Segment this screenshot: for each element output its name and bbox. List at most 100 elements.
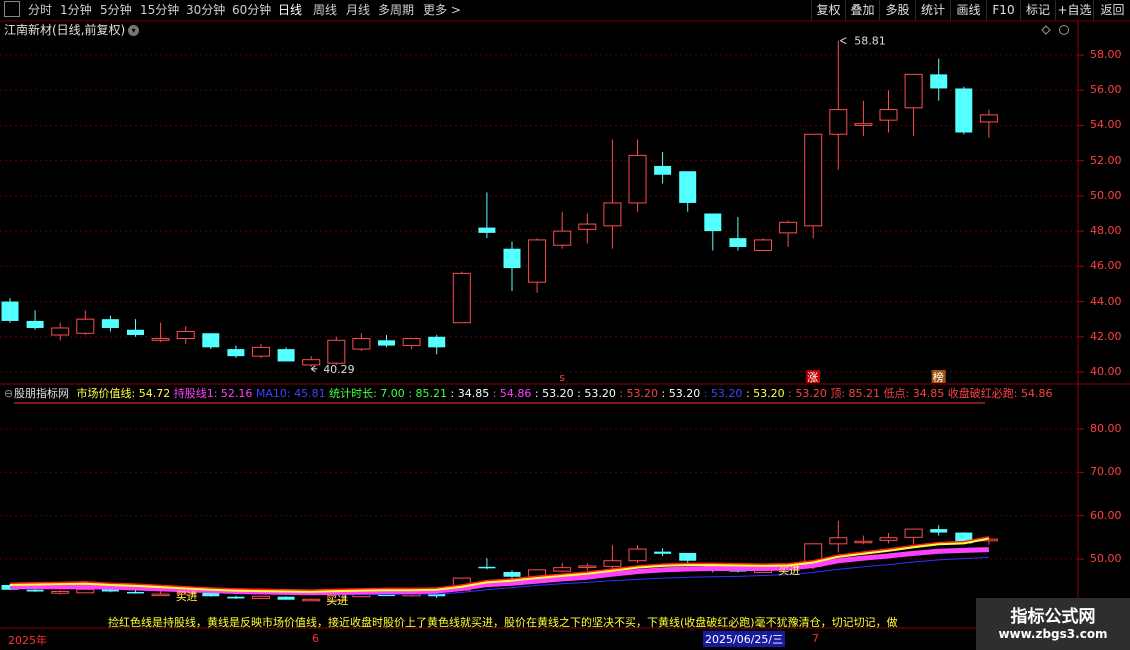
- price-candle: [754, 239, 772, 251]
- price-candle: [277, 349, 295, 362]
- price-candle: [578, 223, 597, 230]
- price-candle: [904, 73, 923, 109]
- price-candle: [26, 320, 44, 328]
- price-candle: [603, 202, 622, 227]
- indicator-candle: [879, 537, 898, 541]
- low-arrow-icon: [310, 365, 318, 373]
- price-candle: [428, 336, 446, 348]
- indicator-candle: [302, 598, 321, 602]
- price-candle: [628, 154, 647, 204]
- indicator-value: : 53.20: [788, 387, 831, 400]
- price-candle: [955, 88, 973, 133]
- high-price-label: 58.81: [854, 35, 886, 48]
- price-candle: [202, 333, 220, 348]
- price-candle: [478, 227, 496, 233]
- price-candle: [804, 133, 823, 227]
- indicator-candle: [603, 560, 622, 567]
- indicator-value: : 53.20: [745, 387, 789, 400]
- price-axis-label: 42.00: [1090, 329, 1122, 343]
- indicator-value: : 34.85: [450, 387, 493, 400]
- indicator-value: 低点: 34.85: [883, 387, 948, 400]
- buy-label: 买进: [326, 594, 348, 607]
- price-candle: [176, 330, 195, 340]
- indicator-candle: [277, 596, 295, 600]
- date-year: 2025年: [8, 634, 47, 647]
- signal-s: s: [559, 371, 565, 384]
- circle-icon[interactable]: [1059, 25, 1069, 35]
- indicator-candle: [654, 551, 672, 554]
- watermark-title: 指标公式网: [1010, 607, 1096, 627]
- watermark: 指标公式网 www.zbgs3.com: [976, 598, 1130, 650]
- indicator-value: 市场价值线: 54.72: [76, 387, 174, 400]
- price-candle: [829, 109, 848, 135]
- date-month-7: 7: [812, 632, 819, 645]
- price-axis-label: 54.00: [1090, 118, 1122, 132]
- indicator-axis-label: 70.00: [1090, 465, 1122, 479]
- price-candle: [378, 340, 395, 346]
- buy-label: 买进: [778, 564, 800, 577]
- indicator-candle: [76, 588, 95, 594]
- price-candle: [528, 239, 547, 283]
- price-candle: [227, 349, 245, 357]
- indicator-name[interactable]: 股朋指标网: [14, 387, 69, 400]
- price-axis-label: 52.00: [1090, 153, 1122, 167]
- indicator-candle: [829, 537, 848, 545]
- indicator-value: 持股线1: 52.16: [173, 387, 256, 400]
- indicator-value: : 53.20: [577, 387, 620, 400]
- buy-label: 买进: [176, 590, 198, 603]
- indicator-candle: [151, 593, 170, 597]
- price-axis-label: 46.00: [1090, 259, 1122, 273]
- price-candle: [101, 319, 119, 328]
- indicator-values-row: 股朋指标网 市场价值线: 54.72 持股线1: 52.16 MA10: 45.…: [14, 387, 1052, 401]
- price-candle: [151, 338, 170, 341]
- indicator-value: 顶: 85.21: [830, 387, 884, 400]
- indicator-value: 收盘破红必跑: 54.86: [947, 387, 1053, 400]
- date-cursor: 2025/06/25/三: [703, 631, 786, 647]
- indicator-candle: [127, 591, 144, 594]
- price-candle: [854, 123, 873, 126]
- price-candle: [51, 327, 70, 336]
- price-candle: [503, 248, 521, 269]
- price-axis-label: 56.00: [1090, 83, 1122, 97]
- price-candle: [76, 318, 95, 334]
- indicator-candle: [252, 595, 270, 599]
- price-candle: [679, 171, 697, 203]
- price-candle: [553, 230, 572, 246]
- high-arrow-icon: [840, 37, 847, 45]
- signal-zhang: 涨: [807, 371, 818, 384]
- indicator-candle: [628, 548, 647, 562]
- price-candle: [704, 213, 722, 232]
- indicator-value: : 54.86: [492, 387, 535, 400]
- indicator-value: : 53.20: [534, 387, 578, 400]
- price-axis-label: 58.00: [1090, 48, 1122, 61]
- indicator-candle: [478, 566, 496, 569]
- signal-bang: 榜: [933, 370, 944, 384]
- price-candle: [779, 221, 798, 234]
- low-price-label: 40.29: [323, 363, 355, 376]
- collapse-icon[interactable]: ⊖: [4, 387, 13, 400]
- warning-text: 捡红色线是持股线，黄线是反映市场价值线，接近收盘时股价上了黄色线就买进，股价在黄…: [108, 616, 898, 629]
- price-axis-label: 40.00: [1090, 365, 1122, 378]
- price-candle: [252, 346, 270, 357]
- indicator-candle: [854, 540, 873, 544]
- indicator-candle: [51, 591, 70, 594]
- price-candle: [452, 272, 471, 324]
- indicator-candle: [930, 529, 948, 533]
- indicator-value: : 85.21: [408, 387, 451, 400]
- indicator-candle: [503, 572, 521, 577]
- price-candle: [402, 338, 421, 347]
- date-month-6: 6: [312, 632, 319, 645]
- price-axis-label: 44.00: [1090, 294, 1122, 308]
- indicator-axis-label: 60.00: [1090, 508, 1122, 522]
- diamond-icon[interactable]: [1041, 25, 1051, 35]
- price-candle: [1, 301, 19, 321]
- watermark-url: www.zbgs3.com: [998, 627, 1108, 641]
- indicator-value: MA10: 45.81: [255, 387, 330, 400]
- indicator-value: 统计时长: 7.00: [329, 387, 409, 400]
- indicator-value: : 53.20: [619, 387, 662, 400]
- price-candle: [729, 238, 747, 247]
- indicator-candle: [553, 567, 572, 572]
- indicator-value: : 53.20: [703, 387, 746, 400]
- indicator-candle: [227, 596, 245, 599]
- chart-canvas[interactable]: 58.8140.29s 涨榜买进 买进买进: [0, 0, 1130, 650]
